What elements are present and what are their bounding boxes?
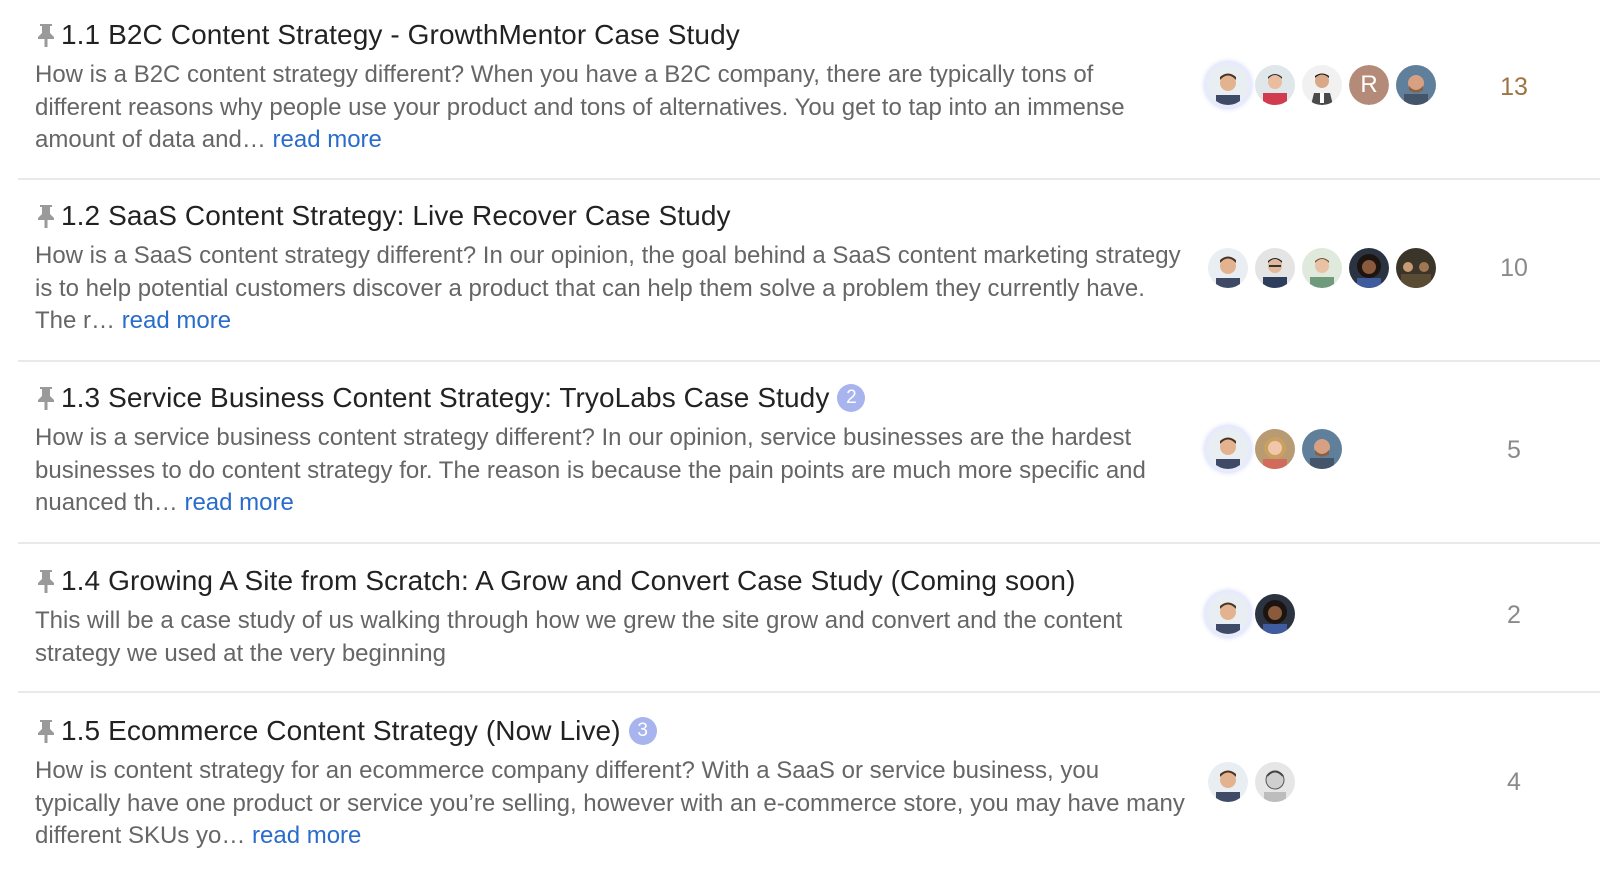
topic-row: 1.1 B2C Content Strategy - GrowthMentor … bbox=[18, 0, 1600, 180]
title-line: 1.5 Ecommerce Content Strategy (Now Live… bbox=[35, 711, 1185, 751]
topic-main: 1.5 Ecommerce Content Strategy (Now Live… bbox=[35, 711, 1185, 853]
topic-excerpt: How is a service business content strate… bbox=[35, 422, 1185, 520]
topic-excerpt: This will be a case study of us walking … bbox=[35, 605, 1185, 670]
title-line: 1.1 B2C Content Strategy - GrowthMentor … bbox=[35, 15, 1185, 55]
topic-title[interactable]: 1.5 Ecommerce Content Strategy (Now Live… bbox=[61, 715, 621, 747]
reply-count[interactable]: 10 bbox=[1478, 254, 1550, 283]
excerpt-text: This will be a case study of us walking … bbox=[35, 607, 1123, 667]
reply-count[interactable]: 13 bbox=[1478, 73, 1550, 102]
topic-title[interactable]: 1.3 Service Business Content Strategy: T… bbox=[61, 382, 829, 414]
man-short-hair-avatar[interactable] bbox=[1208, 429, 1248, 469]
pin-icon bbox=[35, 21, 57, 49]
topic-main: 1.1 B2C Content Strategy - GrowthMentor … bbox=[35, 15, 1185, 157]
poster-avatars bbox=[1208, 429, 1349, 469]
topic-main: 1.2 SaaS Content Strategy: Live Recover … bbox=[35, 196, 1185, 338]
topic-excerpt: How is a SaaS content strategy different… bbox=[35, 240, 1185, 338]
man-glasses-avatar[interactable] bbox=[1255, 248, 1295, 288]
title-line: 1.2 SaaS Content Strategy: Live Recover … bbox=[35, 196, 1185, 236]
read-more-link[interactable]: read more bbox=[252, 822, 361, 849]
topic-excerpt: How is content strategy for an ecommerce… bbox=[35, 755, 1185, 853]
topic-title[interactable]: 1.4 Growing A Site from Scratch: A Grow … bbox=[61, 565, 1076, 597]
woman-blonde-avatar[interactable] bbox=[1255, 429, 1295, 469]
avatar-letter: R bbox=[1349, 65, 1389, 105]
read-more-link[interactable]: read more bbox=[273, 126, 382, 153]
man-green-avatar[interactable] bbox=[1302, 248, 1342, 288]
man-beard-avatar[interactable] bbox=[1302, 429, 1342, 469]
read-more-link[interactable]: read more bbox=[122, 307, 231, 334]
man-short-hair-avatar[interactable] bbox=[1208, 248, 1248, 288]
man-sketch-avatar[interactable] bbox=[1255, 762, 1295, 802]
poster-avatars bbox=[1208, 594, 1302, 634]
letter-R-avatar[interactable]: R bbox=[1349, 65, 1389, 105]
man-beard-avatar[interactable] bbox=[1396, 65, 1436, 105]
man-short-hair-avatar[interactable] bbox=[1208, 594, 1248, 634]
topic-excerpt: How is a B2C content strategy different?… bbox=[35, 59, 1185, 157]
poster-avatars: R bbox=[1208, 65, 1443, 105]
topic-main: 1.4 Growing A Site from Scratch: A Grow … bbox=[35, 561, 1185, 670]
excerpt-text: How is a B2C content strategy different?… bbox=[35, 61, 1125, 153]
reply-count[interactable]: 2 bbox=[1478, 601, 1550, 630]
topic-row: 1.5 Ecommerce Content Strategy (Now Live… bbox=[18, 693, 1600, 891]
pin-icon bbox=[35, 567, 57, 595]
group-avatar[interactable] bbox=[1396, 248, 1436, 288]
topic-row: 1.2 SaaS Content Strategy: Live Recover … bbox=[18, 180, 1600, 362]
new-posts-badge[interactable]: 3 bbox=[628, 717, 657, 745]
woman-curly-avatar[interactable] bbox=[1349, 248, 1389, 288]
topic-row: 1.3 Service Business Content Strategy: T… bbox=[18, 362, 1600, 544]
pin-icon bbox=[35, 717, 57, 745]
topic-list: 1.1 B2C Content Strategy - GrowthMentor … bbox=[18, 0, 1600, 891]
topic-title[interactable]: 1.1 B2C Content Strategy - GrowthMentor … bbox=[61, 19, 740, 51]
reply-count[interactable]: 4 bbox=[1478, 768, 1550, 797]
man-short-hair-avatar[interactable] bbox=[1208, 762, 1248, 802]
topic-row: 1.4 Growing A Site from Scratch: A Grow … bbox=[18, 544, 1600, 693]
pin-icon bbox=[35, 202, 57, 230]
man-red-shirt-avatar[interactable] bbox=[1255, 65, 1295, 105]
excerpt-text: How is content strategy for an ecommerce… bbox=[35, 757, 1185, 849]
poster-avatars bbox=[1208, 248, 1443, 288]
title-line: 1.4 Growing A Site from Scratch: A Grow … bbox=[35, 561, 1185, 601]
topic-title[interactable]: 1.2 SaaS Content Strategy: Live Recover … bbox=[61, 200, 731, 232]
reply-count[interactable]: 5 bbox=[1478, 436, 1550, 465]
topic-main: 1.3 Service Business Content Strategy: T… bbox=[35, 378, 1185, 520]
read-more-link[interactable]: read more bbox=[184, 489, 293, 516]
new-posts-badge[interactable]: 2 bbox=[837, 384, 866, 412]
woman-curly-avatar[interactable] bbox=[1255, 594, 1295, 634]
man-suit-avatar[interactable] bbox=[1302, 65, 1342, 105]
man-short-hair-avatar[interactable] bbox=[1208, 65, 1248, 105]
title-line: 1.3 Service Business Content Strategy: T… bbox=[35, 378, 1185, 418]
poster-avatars bbox=[1208, 762, 1302, 802]
pin-icon bbox=[35, 384, 57, 412]
